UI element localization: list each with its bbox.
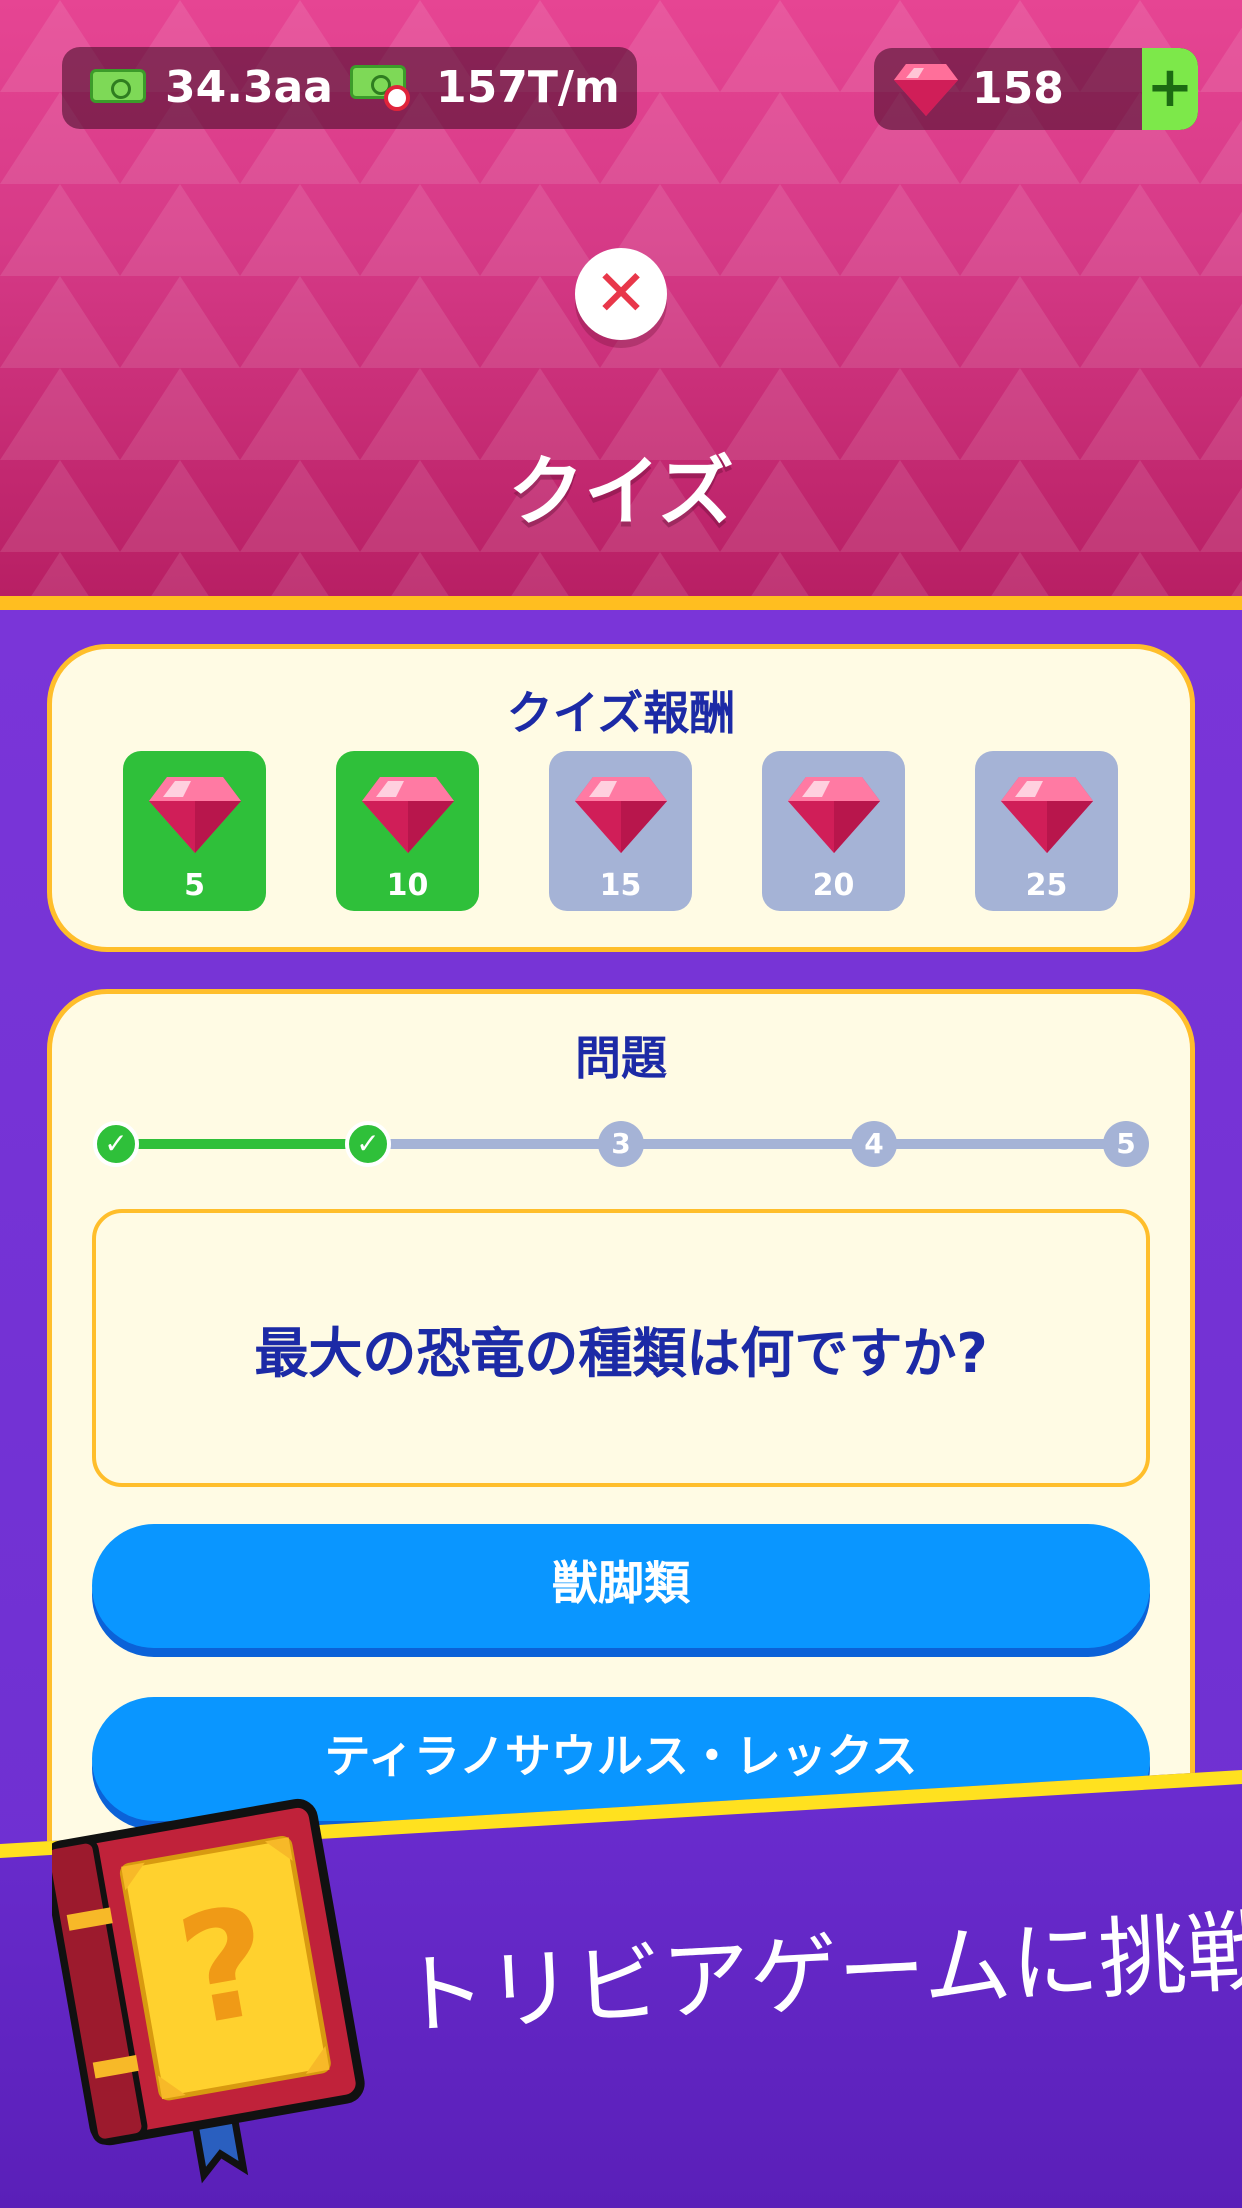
gem-icon <box>894 64 958 116</box>
reward-tile: 20 <box>762 751 905 911</box>
gem-icon <box>575 777 667 853</box>
progress-step-complete: ✓ <box>345 1121 391 1167</box>
gem-icon <box>1001 777 1093 853</box>
question-text: 最大の恐竜の種類は何ですか? <box>254 1321 988 1385</box>
progress-step: 4 <box>851 1121 897 1167</box>
reward-amount: 5 <box>184 868 205 903</box>
currency-panel: 34.3aa 157T/m <box>62 47 637 129</box>
reward-amount: 20 <box>812 868 855 903</box>
reward-tile: 5 <box>123 751 266 911</box>
gem-panel: 158 + <box>874 48 1198 130</box>
header-edge <box>0 596 1242 610</box>
gem-icon <box>788 777 880 853</box>
cash-icon <box>90 69 146 103</box>
progress-step: 5 <box>1103 1121 1149 1167</box>
gem-count: 158 <box>972 63 1064 114</box>
reward-tile: 25 <box>975 751 1118 911</box>
clock-icon <box>384 85 410 111</box>
progress-step: 3 <box>598 1121 644 1167</box>
income-rate: 157T/m <box>436 62 620 113</box>
gem-icon <box>362 777 454 853</box>
reward-tile: 10 <box>336 751 479 911</box>
answer-button-1[interactable]: 獣脚類 <box>92 1524 1150 1648</box>
close-button[interactable]: ✕ <box>575 248 667 340</box>
question-box: 最大の恐竜の種類は何ですか? <box>92 1209 1150 1487</box>
reward-amount: 25 <box>1025 868 1068 903</box>
cash-amount: 34.3aa <box>165 62 333 113</box>
add-gems-button[interactable]: + <box>1142 48 1198 130</box>
reward-amount: 10 <box>386 868 429 903</box>
progress-step-complete: ✓ <box>93 1121 139 1167</box>
reward-tile: 15 <box>549 751 692 911</box>
gem-icon <box>149 777 241 853</box>
rewards-title: クイズ報酬 <box>506 686 736 740</box>
page-title: クイズ <box>508 447 734 536</box>
question-title: 問題 <box>575 1031 667 1085</box>
reward-amount: 15 <box>599 868 642 903</box>
progress-line-complete <box>116 1139 368 1149</box>
question-book-icon: ? <box>52 1798 365 2184</box>
progress-line-remaining <box>368 1139 1126 1149</box>
